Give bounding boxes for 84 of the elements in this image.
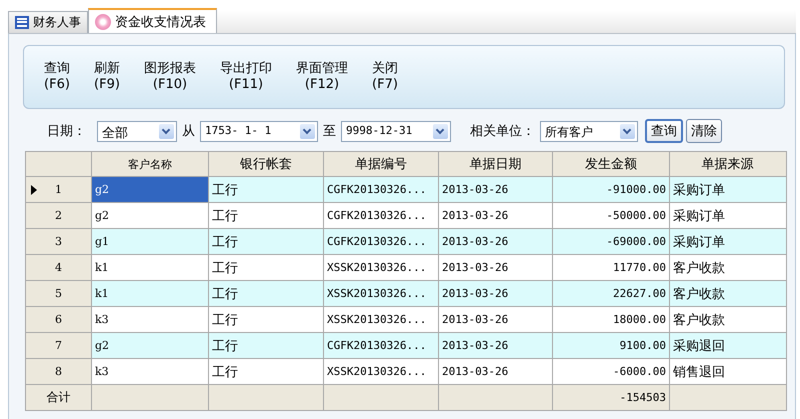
column-header[interactable]: 单据来源 xyxy=(670,152,785,176)
toolbar-button[interactable]: 关闭 (F7) xyxy=(362,61,408,93)
column-header[interactable]: 银行帐套 xyxy=(209,152,324,176)
table-cell: k1 xyxy=(92,281,209,306)
table-cell: 2013-03-26 xyxy=(439,255,553,280)
table-cell: g2 xyxy=(92,177,209,202)
table-cell: 工行 xyxy=(209,229,324,254)
table-cell: k3 xyxy=(92,359,209,384)
column-header[interactable]: 单据编号 xyxy=(324,152,439,176)
list-icon xyxy=(15,16,29,29)
table-cell: 工行 xyxy=(209,255,324,280)
table-cell: -50000.00 xyxy=(553,203,670,228)
table-cell-text: 采购退回 xyxy=(672,338,726,356)
column-header[interactable]: 发生金额 xyxy=(553,152,670,176)
table-cell: 2013-03-26 xyxy=(439,281,553,306)
toolbar-button[interactable]: 图形报表 (F10) xyxy=(134,61,206,93)
table-cell: 2013-03-26 xyxy=(439,307,553,332)
tab[interactable]: 资金收支情况表 xyxy=(88,8,217,33)
toolbar-button[interactable]: 刷新 (F9) xyxy=(84,61,130,93)
date-field[interactable]: 1753- 1- 1 xyxy=(200,120,318,142)
toolbar-button[interactable]: 导出打印 (F11) xyxy=(210,61,282,93)
table-cell: 11770.00 xyxy=(553,255,670,280)
table-cell: -91000.00 xyxy=(553,177,670,202)
table-cell-text: 客户收款 xyxy=(672,312,726,330)
toolbar-button[interactable]: 界面管理 (F12) xyxy=(286,61,358,93)
table-cell: g2 xyxy=(92,203,209,228)
unit-dropdown[interactable]: 所有客户 xyxy=(540,120,638,142)
table-cell: CGFK20130326... xyxy=(324,333,439,358)
table-cell: 工行 xyxy=(209,359,324,384)
filter-label: 相关单位： xyxy=(470,123,535,140)
table-cell: 2013-03-26 xyxy=(439,203,553,228)
row-header[interactable]: 8 xyxy=(26,359,92,384)
table-cell: CGFK20130326... xyxy=(324,203,439,228)
table-cell: 工行 xyxy=(209,203,324,228)
column-header[interactable]: 单据日期 xyxy=(439,152,553,176)
table-cell: -69000.00 xyxy=(553,229,670,254)
table-cell: XSSK20130326... xyxy=(324,255,439,280)
table-cell: 工行 xyxy=(209,333,324,358)
table-cell: XSSK20130326... xyxy=(324,307,439,332)
flower-icon xyxy=(95,14,111,30)
filter-label: 至 xyxy=(323,123,336,140)
table-cell: k3 xyxy=(92,307,209,332)
table-cell: 2013-03-26 xyxy=(439,229,553,254)
filter-button[interactable]: 清除 xyxy=(686,119,722,143)
row-header[interactable]: 1 xyxy=(26,177,92,202)
table-cell: -6000.00 xyxy=(553,359,670,384)
row-header[interactable]: 2 xyxy=(26,203,92,228)
table-cell: 2013-03-26 xyxy=(439,333,553,358)
table-cell: XSSK20130326... xyxy=(324,281,439,306)
table-cell: 工行 xyxy=(209,177,324,202)
table-cell-text: 销售退回 xyxy=(672,364,726,382)
table-cell: 9100.00 xyxy=(553,333,670,358)
date-range-dropdown[interactable]: 全部 xyxy=(97,120,177,142)
column-header[interactable]: 客户名称 xyxy=(92,152,209,176)
table-cell-text: 采购订单 xyxy=(672,234,726,252)
toolbar-button[interactable]: 查询 (F6) xyxy=(34,61,80,93)
table-cell-text: 采购订单 xyxy=(672,182,726,200)
row-header[interactable]: 3 xyxy=(26,229,92,254)
table-cell: 18000.00 xyxy=(553,307,670,332)
table-cell: CGFK20130326... xyxy=(324,229,439,254)
tab[interactable]: 财务人事 xyxy=(8,11,88,33)
current-row-icon xyxy=(31,185,37,195)
row-header[interactable]: 7 xyxy=(26,333,92,358)
table-cell: 2013-03-26 xyxy=(439,359,553,384)
filter-button[interactable]: 查询 xyxy=(645,119,683,143)
row-header[interactable]: 6 xyxy=(26,307,92,332)
table-cell: 工行 xyxy=(209,307,324,332)
table-cell: CGFK20130326... xyxy=(324,177,439,202)
date-field[interactable]: 9998-12-31 xyxy=(341,120,451,142)
row-header[interactable]: 5 xyxy=(26,281,92,306)
table-cell: 22627.00 xyxy=(553,281,670,306)
row-header[interactable]: 4 xyxy=(26,255,92,280)
table-cell: g1 xyxy=(92,229,209,254)
table-cell: 工行 xyxy=(209,281,324,306)
table-cell-text: 采购订单 xyxy=(672,208,726,226)
table-cell: 2013-03-26 xyxy=(439,177,553,202)
total-amount: -154503 xyxy=(553,385,670,410)
table-cell: XSSK20130326... xyxy=(324,359,439,384)
table-cell: k1 xyxy=(92,255,209,280)
table-cell-text: 客户收款 xyxy=(672,286,726,304)
filter-label: 从 xyxy=(182,123,195,140)
table-cell-text: 客户收款 xyxy=(672,260,726,278)
table-cell: g2 xyxy=(92,333,209,358)
filter-label: 日期： xyxy=(47,123,86,140)
